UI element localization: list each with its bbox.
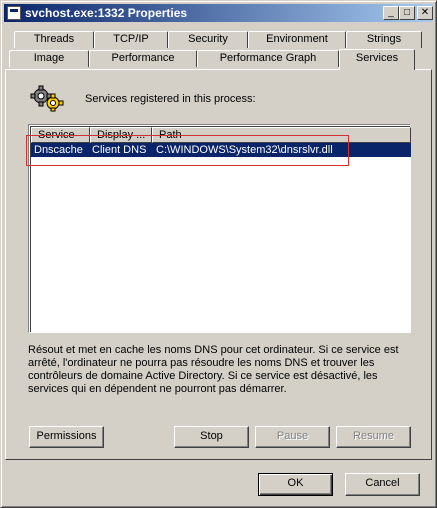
tab-strings[interactable]: Strings bbox=[346, 31, 422, 48]
maximize-button[interactable]: □ bbox=[399, 6, 415, 20]
app-icon bbox=[7, 6, 21, 20]
tab-threads[interactable]: Threads bbox=[14, 31, 94, 48]
cancel-button[interactable]: Cancel bbox=[345, 473, 420, 496]
tab-tcpip[interactable]: TCP/IP bbox=[94, 31, 168, 48]
minimize-button[interactable]: _ bbox=[383, 6, 399, 20]
highlight-box bbox=[26, 135, 349, 166]
permissions-button[interactable]: Permissions bbox=[29, 426, 104, 448]
ok-button[interactable]: OK bbox=[258, 473, 333, 496]
tab-performance[interactable]: Performance bbox=[89, 50, 197, 67]
close-button[interactable]: ✕ bbox=[417, 6, 433, 20]
window-title: svchost.exe:1332 Properties bbox=[25, 6, 188, 20]
stop-label: Stop bbox=[200, 430, 223, 442]
tab-security[interactable]: Security bbox=[168, 31, 248, 48]
cancel-label: Cancel bbox=[365, 477, 400, 489]
pause-button[interactable]: Pause bbox=[255, 426, 330, 448]
ok-label: OK bbox=[287, 477, 304, 489]
tab-performance-graph[interactable]: Performance Graph bbox=[197, 50, 339, 67]
service-description: Résout et met en cache les noms DNS pour… bbox=[28, 344, 399, 395]
tab-environment[interactable]: Environment bbox=[248, 31, 346, 48]
title-bar[interactable]: svchost.exe:1332 Properties _ □ ✕ bbox=[4, 4, 433, 22]
gear-icon bbox=[30, 85, 64, 112]
services-registered-label: Services registered in this process: bbox=[85, 93, 256, 105]
tab-services[interactable]: Services bbox=[339, 49, 415, 70]
stop-button[interactable]: Stop bbox=[174, 426, 249, 448]
pause-label: Pause bbox=[276, 430, 309, 442]
tab-image[interactable]: Image bbox=[9, 50, 89, 67]
resume-label: Resume bbox=[353, 430, 394, 442]
resume-button[interactable]: Resume bbox=[336, 426, 411, 448]
permissions-label: Permissions bbox=[36, 430, 97, 442]
